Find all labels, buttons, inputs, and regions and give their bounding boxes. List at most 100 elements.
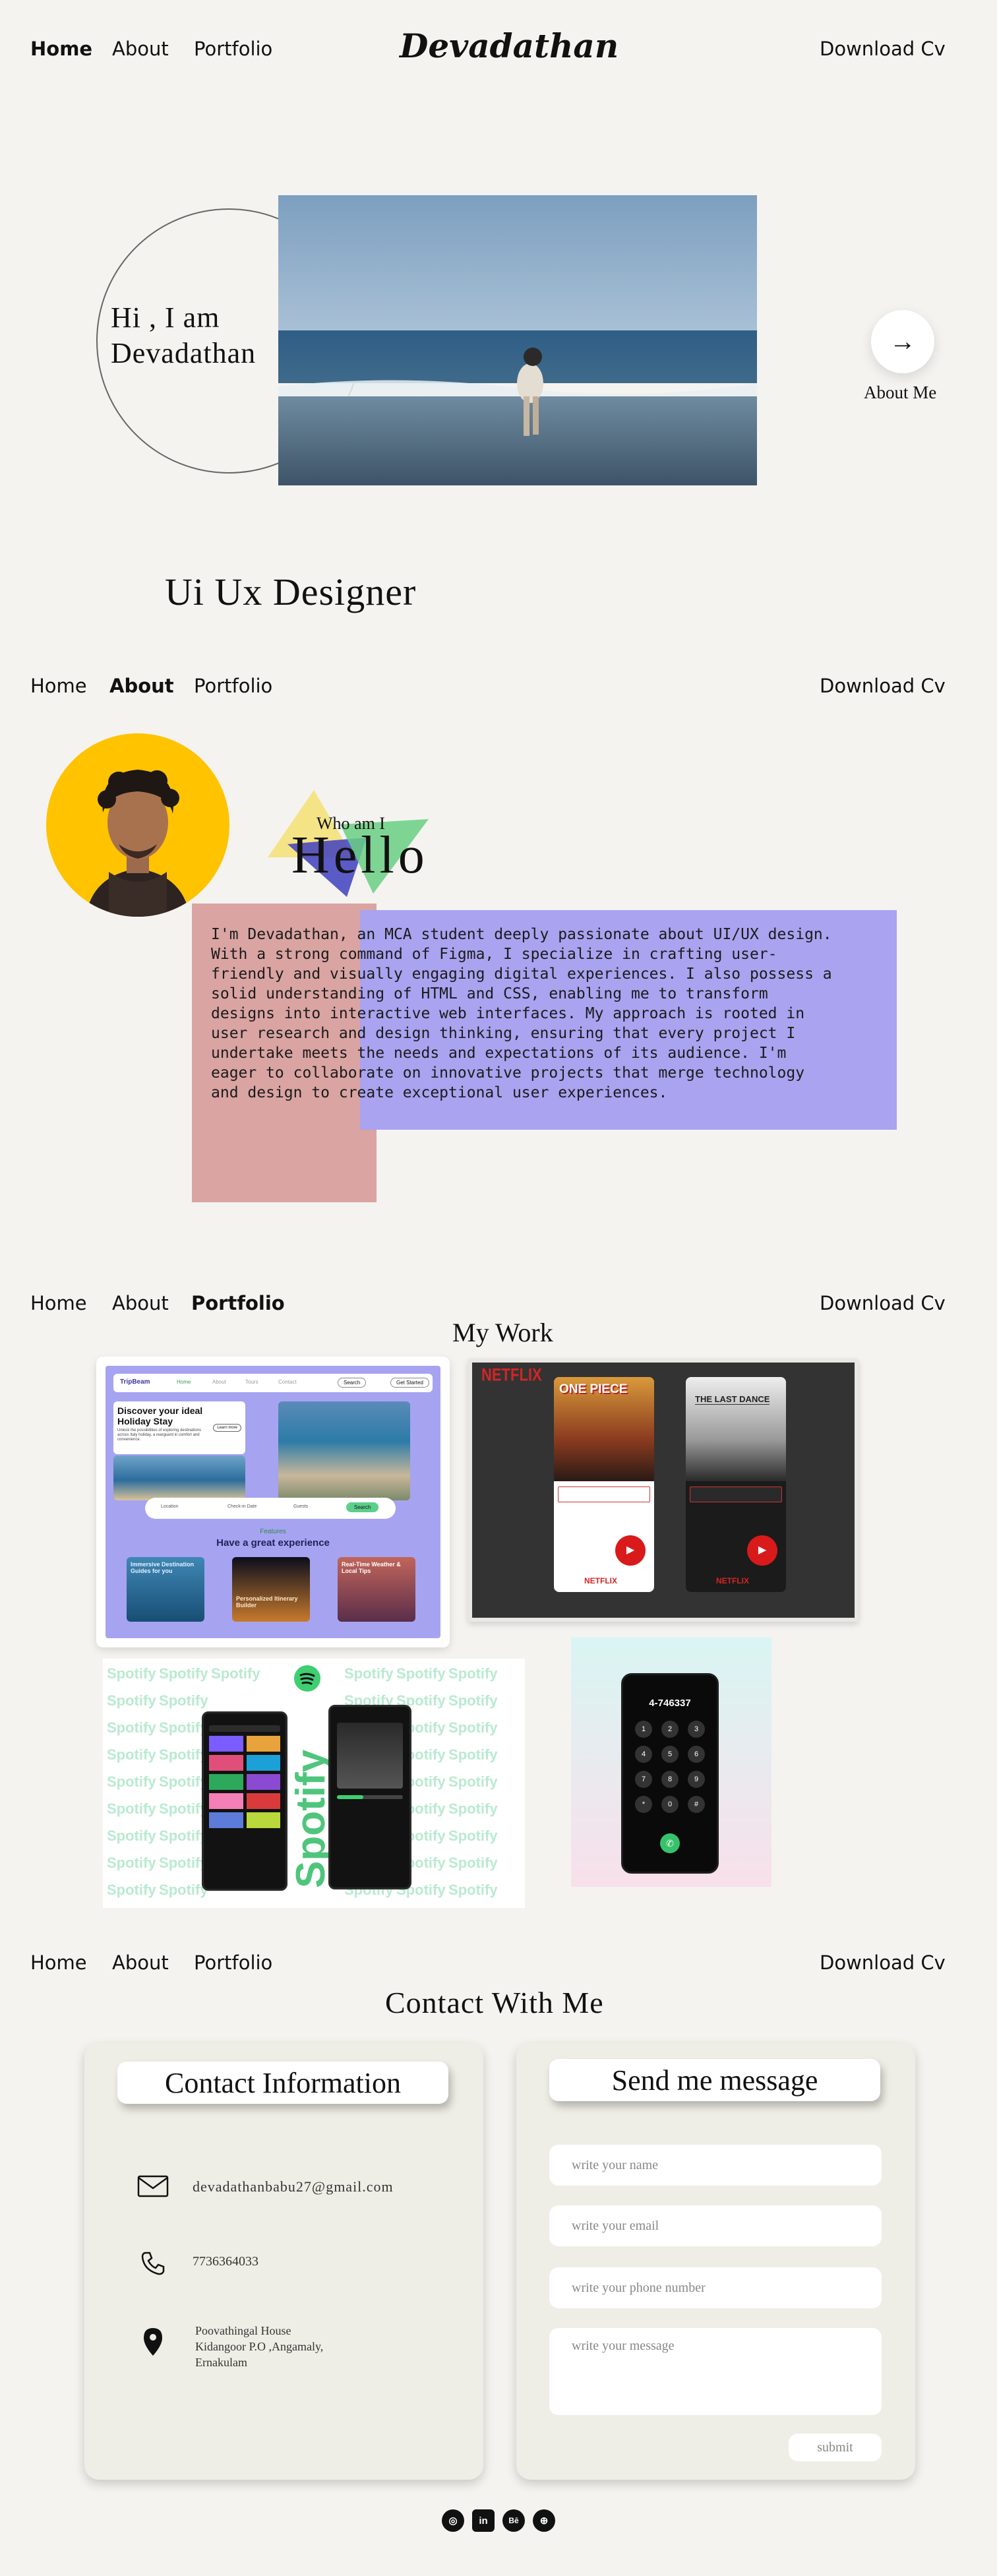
hero-greeting-name: Devadathan [111,337,257,369]
last-dance-title: THE LAST DANCE [695,1394,770,1405]
travel-photo-right [278,1401,410,1500]
spotify-pattern-text: Spotify [448,1800,498,1817]
spotify-pattern-text: Spotify [159,1665,208,1682]
dialer-key[interactable]: * [635,1796,652,1813]
dribbble-icon[interactable]: ⊕ [533,2509,555,2532]
download-cv-link[interactable]: Download Cv [820,1951,946,1974]
nav-home[interactable]: Home [30,1951,87,1974]
travel-nav-link[interactable]: Home [177,1379,191,1385]
site-logo[interactable]: Devadathan [400,26,619,65]
call-button-icon[interactable]: ✆ [660,1833,680,1853]
last-dance-poster: THE LAST DANCE [686,1377,786,1481]
nav-about[interactable]: About [112,1951,169,1974]
dialer-key[interactable]: # [688,1796,705,1813]
dialer-key[interactable]: 2 [661,1721,679,1738]
about-me-link[interactable]: About Me [864,383,936,403]
dialer-key[interactable]: 6 [688,1746,705,1763]
nav-portfolio[interactable]: Portfolio [191,1292,285,1314]
download-cv-link[interactable]: Download Cv [820,38,946,60]
spotify-pattern-text: Spotify [107,1827,156,1844]
travel-feature-card-label: Immersive Destination Guides for you [131,1561,195,1574]
travel-cta-button[interactable]: Get Started [390,1378,429,1388]
about-me-arrow-button[interactable]: → [871,310,934,373]
nav-about[interactable]: About [112,38,169,60]
send-message-panel: Send me message write your name write yo… [516,2043,915,2480]
linkedin-icon[interactable]: in [472,2509,495,2532]
dialer-key[interactable]: 7 [635,1771,652,1788]
dialer-key[interactable]: 5 [661,1746,679,1763]
travel-learn-more-button[interactable]: Learn more [213,1424,241,1432]
one-piece-poster: ONE PIECE [554,1377,654,1481]
spotify-pattern-text: Spotify [448,1855,498,1871]
message-textarea[interactable]: write your message [549,2328,882,2415]
project-netflix-card[interactable]: NETFLIX ONE PIECE ▶ NETFLIX THE LAST DAN… [468,1359,859,1622]
travel-feature-card-label: Real-Time Weather & Local Tips [342,1561,401,1574]
spotify-pattern-text: Spotify [107,1773,156,1790]
travel-feature-card[interactable]: Immersive Destination Guides for you [127,1557,204,1622]
behance-icon[interactable]: Bē [502,2509,525,2532]
nav-home[interactable]: Home [30,675,87,697]
nav-about[interactable]: About [109,675,174,697]
dialer-key[interactable]: 9 [688,1771,705,1788]
travel-features-label: Features [260,1528,286,1535]
travel-feature-card[interactable]: Real-Time Weather & Local Tips [338,1557,415,1622]
nav-portfolio[interactable]: Portfolio [194,675,272,697]
contact-email[interactable]: devadathanbabu27@gmail.com [193,2178,394,2195]
dialer-number-display: 4-746337 [649,1698,691,1709]
travel-feature-card[interactable]: Personalized Itinerary Builder [232,1557,310,1622]
nav-about[interactable]: About [112,1292,169,1314]
netflix-footer-logo: NETFLIX [716,1576,749,1585]
travel-filter-checkin[interactable]: Check-in Date [227,1504,257,1509]
dialer-key[interactable]: 3 [688,1721,705,1738]
nav-home[interactable]: Home [30,38,92,60]
spotify-pattern-text: Spotify [107,1692,156,1709]
name-input[interactable]: write your name [549,2145,882,2186]
spotify-phone-player [328,1705,411,1889]
phone-input[interactable]: write your phone number [549,2267,882,2308]
hero-greeting: Hi , I am Devadathan [111,300,256,371]
dialer-key[interactable]: 0 [661,1796,679,1813]
dialer-key[interactable]: 4 [635,1746,652,1763]
download-cv-link[interactable]: Download Cv [820,675,946,697]
travel-search-button[interactable]: Search [338,1378,367,1388]
project-travel-card[interactable]: TripBeam Home About Tours Contact Search… [96,1357,450,1647]
download-cv-link[interactable]: Download Cv [820,1292,946,1314]
email-input[interactable]: write your email [549,2205,882,2246]
project-dialer-card[interactable]: 4-746337 1 2 3 4 5 6 7 8 9 * 0 # ✆ [571,1638,771,1887]
nav-portfolio[interactable]: Portfolio [194,38,272,60]
travel-subtext: Unlock the possibilities of exploring de… [117,1428,202,1442]
netflix-email-field[interactable] [558,1487,650,1502]
travel-filter-guests[interactable]: Guests [293,1504,308,1509]
nav-portfolio[interactable]: Portfolio [194,1951,272,1974]
contact-title: Contact With Me [385,1986,604,2019]
spotify-pattern-text: Spotify [107,1719,156,1736]
one-piece-title: ONE PIECE [559,1382,628,1396]
nav-home[interactable]: Home [30,1292,87,1314]
submit-button[interactable]: submit [789,2434,882,2461]
spotify-pattern-text: Spotify [107,1855,156,1871]
netflix-email-field[interactable] [690,1487,782,1502]
arrow-right-icon: → [890,326,916,356]
spotify-pattern-text: Spotify [159,1800,208,1817]
travel-navbar: TripBeam Home About Tours Contact Search… [113,1374,433,1392]
netflix-play-button[interactable]: ▶ [615,1535,646,1566]
dialer-key[interactable]: 8 [661,1771,679,1788]
travel-nav-link[interactable]: Contact [278,1379,297,1385]
dialer-key[interactable]: 1 [635,1721,652,1738]
travel-search-submit[interactable]: Search [346,1502,379,1512]
contact-phone[interactable]: 7736364033 [193,2254,258,2269]
netflix-play-button[interactable]: ▶ [747,1535,777,1566]
spotify-pattern-text: Spotify [159,1773,208,1790]
dialer-keypad: 1 2 3 4 5 6 7 8 9 * 0 # [623,1721,717,1813]
bio-text: I'm Devadathan, an MCA student deeply pa… [211,926,832,1101]
hello-heading: Hello [291,826,429,884]
instagram-icon[interactable]: ◎ [442,2509,464,2532]
spotify-pattern-text: Spotify [448,1692,498,1709]
project-spotify-card[interactable]: Spotify Spotify Spotify Spotify Spotify … [103,1659,525,1908]
travel-search-bar: Location Check-in Date Guests Search [145,1498,396,1519]
netflix-form-spacer [558,1512,650,1522]
travel-filter-location[interactable]: Location [161,1504,178,1509]
hero-nav: Home About Portfolio Devadathan Download… [0,26,997,73]
travel-nav-link[interactable]: Tours [245,1379,258,1385]
travel-nav-link[interactable]: About [212,1379,226,1385]
